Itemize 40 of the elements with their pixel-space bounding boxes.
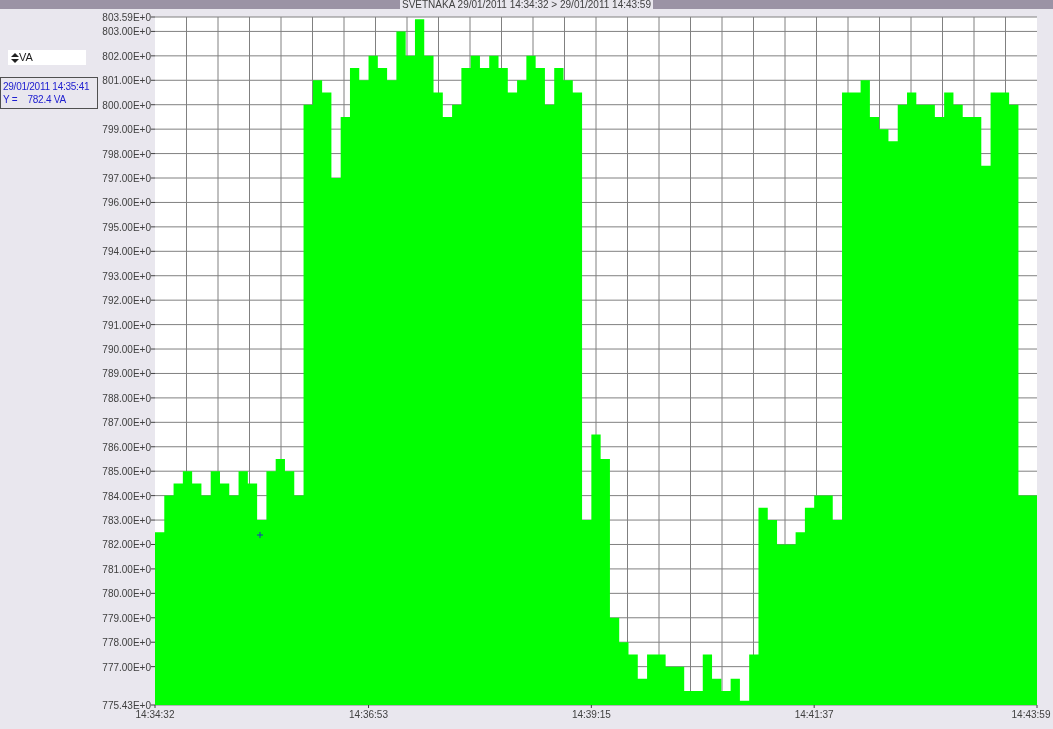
axis-tick-label: 803.59E+0 <box>102 12 151 23</box>
axis-tick-label: 779.00E+0 <box>102 612 151 624</box>
axis-tick-label: 14:39:15 <box>571 709 611 720</box>
axis-tick-label: 775.43E+0 <box>102 700 151 711</box>
axis-tick-label: 801.00E+0 <box>102 75 151 87</box>
axis-tick-label: 787.00E+0 <box>102 417 151 429</box>
axis-tick-label: 780.00E+0 <box>102 588 151 600</box>
axis-tick-label: 778.00E+0 <box>102 637 151 649</box>
axis-tick-label: 786.00E+0 <box>102 441 151 453</box>
axis-tick-label: 799.00E+0 <box>102 124 151 136</box>
axis-tick-label: 784.00E+0 <box>102 490 151 502</box>
axis-tick-label: 797.00E+0 <box>102 173 151 184</box>
unit-dropdown[interactable]: VA <box>8 50 86 65</box>
axis-tick-label: 800.00E+0 <box>102 99 151 111</box>
axis-tick-label: 794.00E+0 <box>102 246 151 258</box>
axis-tick-label: 785.00E+0 <box>102 466 151 478</box>
axis-tick-label: 14:34:32 <box>135 709 175 720</box>
axis-tick-label: 792.00E+0 <box>102 295 151 307</box>
axis-tick-label: 789.00E+0 <box>102 368 151 380</box>
axis-tick-label: 802.00E+0 <box>102 50 151 62</box>
axis-tick-label: 798.00E+0 <box>102 148 151 160</box>
window-title: SVETNAKA 29/01/2011 14:34:32 > 29/01/2011 14:43:59 <box>400 0 653 9</box>
axis-tick-label: 781.00E+0 <box>102 563 151 575</box>
axis-tick-label: 796.00E+0 <box>102 197 151 209</box>
axis-tick-label: 782.00E+0 <box>102 539 151 551</box>
axis-tick-label: 14:36:53 <box>349 709 388 720</box>
axis-tick-label: 791.00E+0 <box>102 319 151 331</box>
axis-tick-label: 14:41:37 <box>794 709 834 720</box>
cursor-time: 29/01/2011 14:35:41 <box>3 80 91 93</box>
axis-tick-label: 795.00E+0 <box>102 221 151 233</box>
axis-tick-label: 790.00E+0 <box>102 344 151 356</box>
cursor-value: Y = 782.4 VA <box>3 93 67 106</box>
axis-tick-label: 14:43:59 <box>1011 709 1051 720</box>
axis-tick-label: 783.00E+0 <box>102 515 151 527</box>
axis-tick-label: 788.00E+0 <box>102 392 151 404</box>
cursor-marker-icon <box>256 531 264 539</box>
axis-tick-label: 793.00E+0 <box>102 270 151 282</box>
axis-tick-label: 777.00E+0 <box>102 661 151 673</box>
axis-tick-label: 803.00E+0 <box>102 26 151 38</box>
up-down-arrows-icon <box>11 52 19 63</box>
